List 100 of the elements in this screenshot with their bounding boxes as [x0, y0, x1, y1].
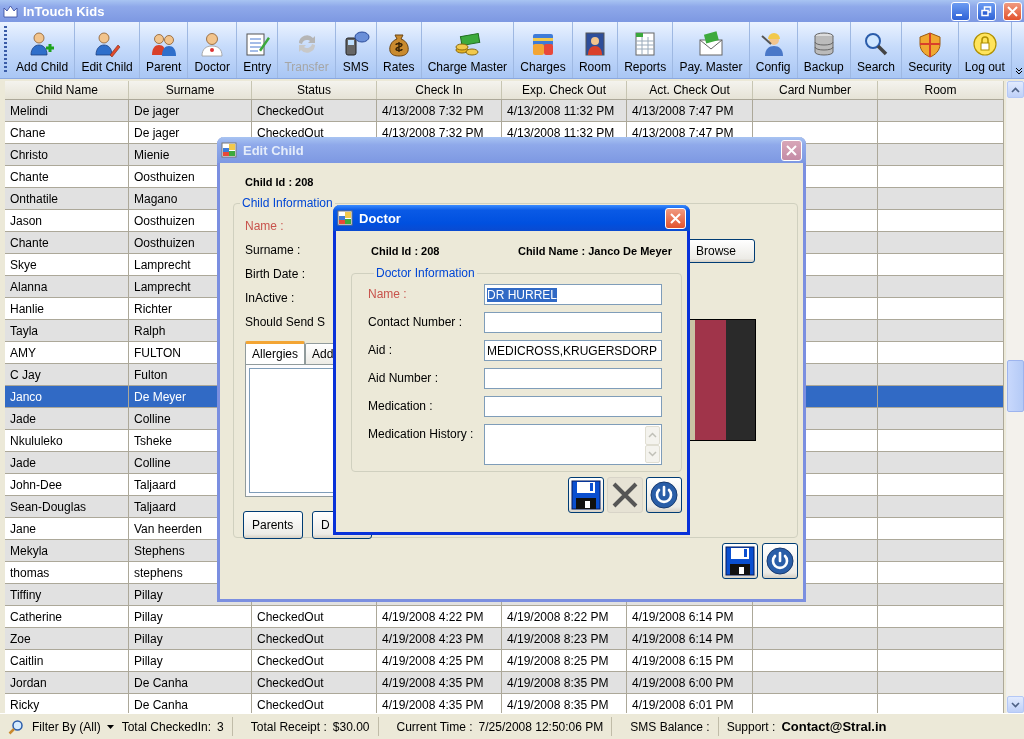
child-id-label: Child Id : 208 [371, 245, 440, 257]
toolbar-button[interactable]: Security [902, 22, 959, 78]
column-header[interactable]: Surname [129, 81, 252, 99]
table-cell: Alanna [5, 276, 129, 298]
column-header[interactable]: Child Name [5, 81, 129, 99]
money-stack-icon [453, 30, 482, 58]
scrollbar[interactable] [1006, 81, 1024, 713]
minimize-button[interactable] [951, 1, 970, 21]
x-icon [611, 481, 639, 509]
toolbar-button[interactable]: Entry [237, 22, 279, 78]
table-cell: 4/19/2008 4:35 PM [377, 672, 502, 694]
toolbar-button[interactable]: Pay. Master [673, 22, 750, 78]
column-header[interactable]: Room [878, 81, 1004, 99]
table-cell: Jordan [5, 672, 129, 694]
table-cell: Pillay [129, 628, 252, 650]
table-cell: CheckedOut [252, 672, 377, 694]
search-icon [862, 30, 890, 58]
status-value: 7/25/2008 12:50:06 PM [478, 719, 604, 734]
table-cell: 4/19/2008 8:35 PM [502, 694, 627, 713]
save-button[interactable] [568, 477, 604, 513]
toolbar-button[interactable]: Charge Master [421, 22, 515, 78]
field-label: Aid Number : [368, 370, 440, 385]
column-header[interactable]: Check In [377, 81, 502, 99]
power-icon [766, 547, 794, 575]
table-cell: Chante [5, 232, 129, 254]
save-button[interactable] [722, 543, 758, 579]
input-field[interactable]: DR HURREL [484, 284, 662, 305]
table-cell: 4/13/2008 11:32 PM [502, 100, 627, 122]
close-button[interactable] [762, 543, 798, 579]
caret-icon [106, 724, 114, 729]
close-icon [786, 144, 797, 156]
column-header[interactable]: Exp. Check Out [502, 81, 627, 99]
chevron-icon[interactable] [1015, 67, 1023, 76]
status-label: Current Time : [396, 719, 473, 734]
input-field[interactable] [484, 396, 662, 417]
table-row[interactable]: Melindi De jager CheckedOut 4/13/2008 7:32 PM 4/13/2008 11:32 PM 4/13/2008 7:47 PM [5, 100, 1004, 122]
window-icon [337, 210, 353, 226]
table-cell: Jade [5, 452, 129, 474]
input-field[interactable] [484, 368, 662, 389]
group-title: Doctor Information [375, 266, 476, 280]
table-cell: 4/19/2008 4:23 PM [377, 628, 502, 650]
column-header[interactable]: Status [252, 81, 377, 99]
field-label: Name : [368, 286, 408, 301]
table-row[interactable]: Zoe Pillay CheckedOut 4/19/2008 4:23 PM 4/19/2008 8:23 PM 4/19/2008 6:14 PM [5, 628, 1004, 650]
table-cell: Melindi [5, 100, 129, 122]
column-header[interactable]: Card Number [753, 81, 878, 99]
lock-circle-icon [970, 30, 999, 58]
filter-dropdown[interactable]: Filter By (All) [30, 719, 116, 734]
toolbar-button[interactable]: Backup [797, 22, 851, 78]
toolbar-button[interactable]: Doctor [188, 22, 238, 78]
table-cell: Ricky [5, 694, 129, 713]
table-cell: CheckedOut [252, 100, 377, 122]
dialog-title: Doctor [359, 210, 402, 226]
toolbar-button[interactable]: Reports [618, 22, 674, 78]
scrollbar-thumb[interactable] [1007, 360, 1024, 412]
minimize-icon [956, 13, 962, 16]
close-icon [1007, 5, 1018, 17]
toolbar-button[interactable]: Edit Child [75, 22, 140, 78]
toolbar-button[interactable]: Config [749, 22, 798, 78]
notepad-icon [243, 30, 272, 58]
toolbar-button[interactable]: Parent [139, 22, 189, 78]
table-cell: CheckedOut [252, 628, 377, 650]
toolbar-button[interactable]: Search [850, 22, 903, 78]
field-label: Medication History : [368, 426, 475, 441]
toolbar-button[interactable]: Rates [377, 22, 422, 78]
input-field[interactable]: MEDICROSS,KRUGERSDORP [484, 340, 662, 361]
table-cell: Jade [5, 408, 129, 430]
toolbar-button[interactable]: Add Child [10, 22, 76, 78]
table-cell: De jager [129, 100, 252, 122]
table-cell: De Canha [129, 694, 252, 713]
table-cell: 4/19/2008 8:23 PM [502, 628, 627, 650]
toolbar-button[interactable]: Charges [514, 22, 573, 78]
table-cell: 4/19/2008 6:00 PM [627, 672, 753, 694]
restore-button[interactable] [977, 1, 996, 21]
status-label: Support : [726, 719, 776, 734]
table-cell: Sean-Douglas [5, 496, 129, 518]
envelope-icon [697, 30, 725, 58]
table-row[interactable]: Jordan De Canha CheckedOut 4/19/2008 4:35 PM 4/19/2008 8:35 PM 4/19/2008 6:00 PM [5, 672, 1004, 694]
status-value: $30.00 [332, 719, 370, 734]
toolbar-button[interactable]: SMS [335, 22, 377, 78]
status-label: SMS Balance : [630, 719, 710, 734]
table-cell: 4/19/2008 4:35 PM [377, 694, 502, 713]
search-icon [8, 718, 24, 735]
column-header[interactable]: Act. Check Out [627, 81, 753, 99]
table-cell: Tayla [5, 320, 129, 342]
window-title: InTouch Kids [23, 3, 106, 19]
text-area[interactable] [484, 424, 662, 465]
close-button[interactable] [646, 477, 682, 513]
input-field[interactable] [484, 312, 662, 333]
table-cell: Zoe [5, 628, 129, 650]
table-row[interactable]: Ricky De Canha CheckedOut 4/19/2008 4:35 PM 4/19/2008 8:35 PM 4/19/2008 6:01 PM [5, 694, 1004, 713]
toolbar-button[interactable]: Room [572, 22, 619, 78]
window-icon [221, 142, 237, 158]
dialog-button[interactable]: Parents [243, 511, 303, 539]
table-cell: Mekyla [5, 540, 129, 562]
close-icon [670, 212, 681, 224]
toolbar-button[interactable]: Log out [958, 22, 1012, 78]
table-cell: Tiffiny [5, 584, 129, 606]
table-cell: 4/19/2008 8:35 PM [502, 672, 627, 694]
tab[interactable]: Allergies [245, 341, 306, 364]
